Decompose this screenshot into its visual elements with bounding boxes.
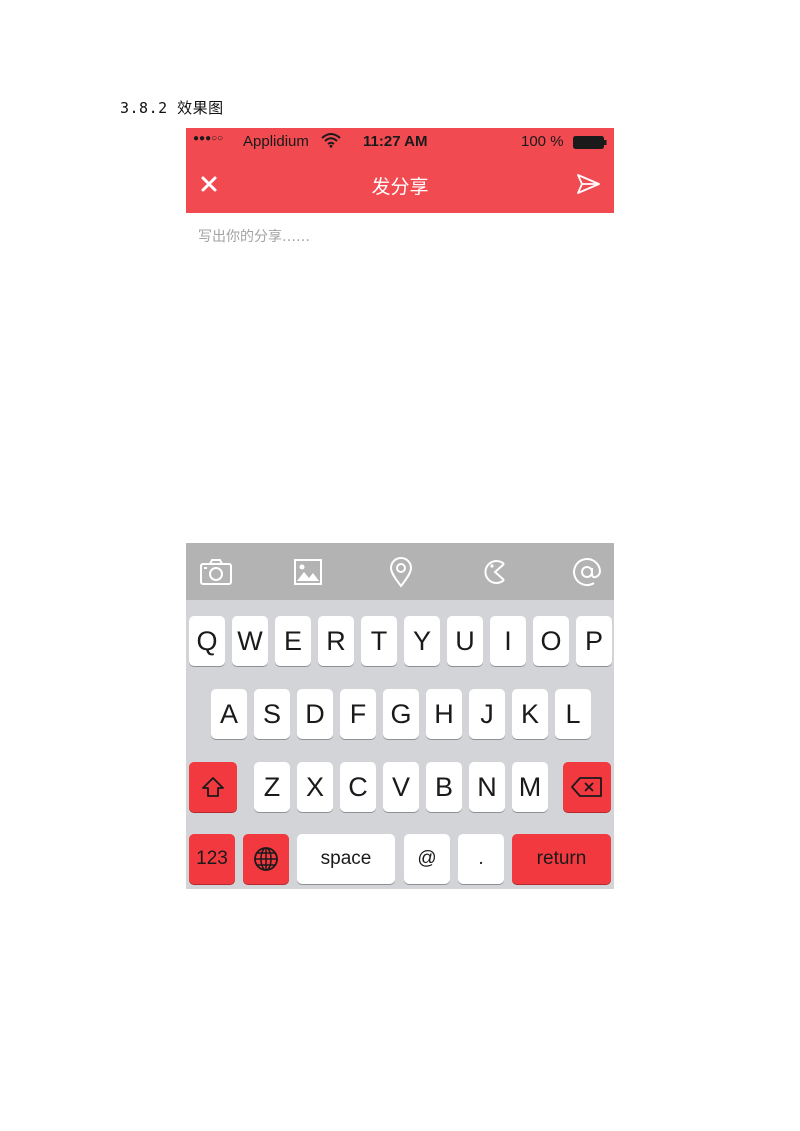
emoji-icon[interactable] bbox=[466, 543, 522, 600]
key-q[interactable]: Q bbox=[189, 616, 225, 666]
share-text-input[interactable] bbox=[198, 222, 598, 252]
send-icon[interactable] bbox=[574, 170, 602, 198]
camera-icon[interactable] bbox=[188, 543, 244, 600]
key-h[interactable]: H bbox=[426, 689, 462, 739]
period-key[interactable]: . bbox=[458, 834, 504, 884]
key-i[interactable]: I bbox=[490, 616, 526, 666]
image-icon[interactable] bbox=[280, 543, 336, 600]
signal-strength: ●●●○○ bbox=[193, 133, 224, 144]
key-o[interactable]: O bbox=[533, 616, 569, 666]
space-key[interactable]: space bbox=[297, 834, 395, 884]
key-e[interactable]: E bbox=[275, 616, 311, 666]
delete-icon[interactable] bbox=[563, 762, 611, 812]
battery-percentage: 100 % bbox=[521, 133, 564, 150]
status-bar: ●●●○○ Applidium 11:27 AM 100 % bbox=[186, 128, 614, 156]
wifi-icon bbox=[321, 132, 341, 148]
phone-screen: ●●●○○ Applidium 11:27 AM 100 % 发分享 写出你的分… bbox=[186, 128, 614, 889]
document-heading: 3.8.2 效果图 bbox=[120, 99, 224, 117]
carrier-name: Applidium bbox=[243, 133, 309, 150]
numbers-key[interactable]: 123 bbox=[189, 834, 235, 884]
clock: 11:27 AM bbox=[363, 133, 428, 150]
battery-icon bbox=[573, 136, 607, 149]
location-icon[interactable] bbox=[373, 543, 429, 600]
key-n[interactable]: N bbox=[469, 762, 505, 812]
mention-icon[interactable] bbox=[559, 543, 614, 600]
page-title: 发分享 bbox=[371, 176, 429, 198]
key-k[interactable]: K bbox=[512, 689, 548, 739]
key-m[interactable]: M bbox=[512, 762, 548, 812]
at-key[interactable]: @ bbox=[404, 834, 450, 884]
key-g[interactable]: G bbox=[383, 689, 419, 739]
key-f[interactable]: F bbox=[340, 689, 376, 739]
key-j[interactable]: J bbox=[469, 689, 505, 739]
key-l[interactable]: L bbox=[555, 689, 591, 739]
key-z[interactable]: Z bbox=[254, 762, 290, 812]
key-s[interactable]: S bbox=[254, 689, 290, 739]
key-c[interactable]: C bbox=[340, 762, 376, 812]
key-w[interactable]: W bbox=[232, 616, 268, 666]
key-d[interactable]: D bbox=[297, 689, 333, 739]
key-x[interactable]: X bbox=[297, 762, 333, 812]
key-v[interactable]: V bbox=[383, 762, 419, 812]
key-u[interactable]: U bbox=[447, 616, 483, 666]
media-toolbar bbox=[186, 543, 614, 600]
navigation-bar: 发分享 bbox=[186, 156, 614, 213]
globe-icon[interactable] bbox=[243, 834, 289, 884]
key-r[interactable]: R bbox=[318, 616, 354, 666]
shift-icon[interactable] bbox=[189, 762, 237, 812]
key-p[interactable]: P bbox=[576, 616, 612, 666]
key-b[interactable]: B bbox=[426, 762, 462, 812]
key-t[interactable]: T bbox=[361, 616, 397, 666]
return-key[interactable]: return bbox=[512, 834, 611, 884]
key-y[interactable]: Y bbox=[404, 616, 440, 666]
key-a[interactable]: A bbox=[211, 689, 247, 739]
keyboard: Q W E R T Y U I O P A S D F G H J K L Z … bbox=[186, 600, 614, 889]
